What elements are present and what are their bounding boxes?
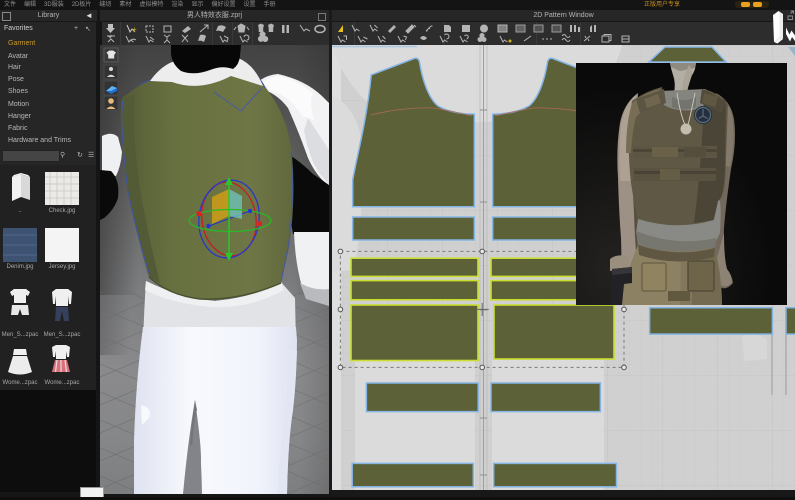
svg-text:+: +: [132, 25, 137, 34]
